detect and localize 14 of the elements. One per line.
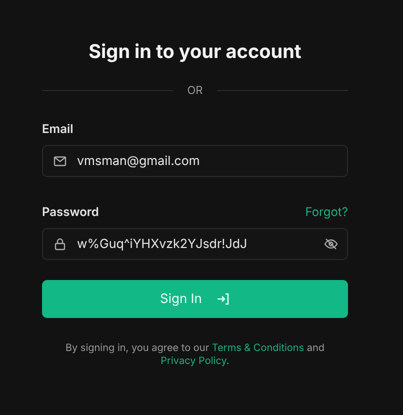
- email-field[interactable]: vmsman@gmail.com: [42, 145, 348, 177]
- password-field[interactable]: w%Guq^iYHXvzk2YJsdr!JdJ: [42, 228, 348, 260]
- legal-link[interactable]: Privacy Policy: [160, 355, 226, 367]
- lock-icon: [53, 237, 67, 251]
- forgot-link[interactable]: Forgot?: [305, 204, 348, 219]
- eye-off-icon[interactable]: [324, 237, 338, 251]
- divider-label: OR: [187, 83, 203, 97]
- terms-link[interactable]: Terms & Conditions: [212, 342, 304, 354]
- password-label: Password: [42, 204, 99, 219]
- terms-notice: By signing in, you agree to our Terms & Conditions and Privacy Policy.: [64, 342, 326, 368]
- page-title: Sign in to your account: [88, 40, 302, 63]
- mail-icon: [53, 154, 67, 168]
- email-label: Email: [42, 121, 74, 136]
- login-icon: [216, 292, 230, 306]
